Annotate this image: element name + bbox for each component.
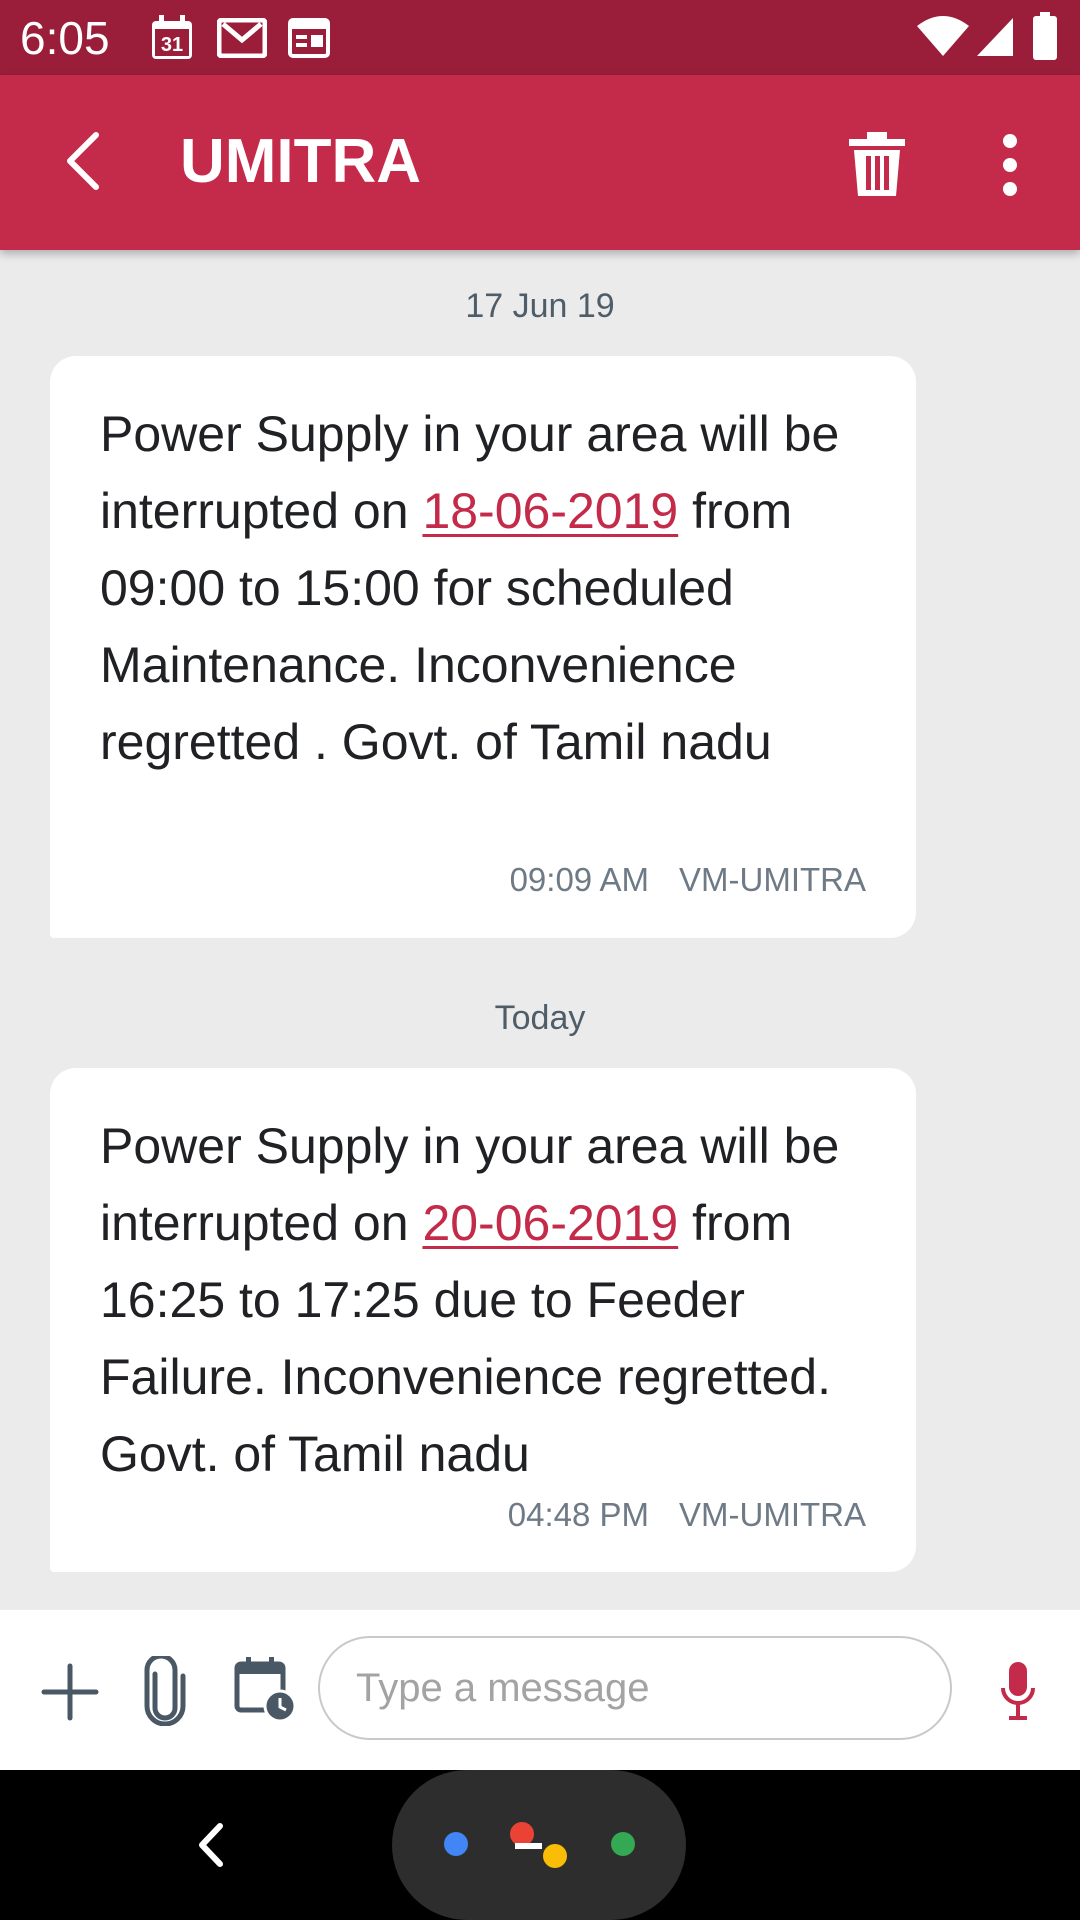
date-link[interactable]: 18-06-2019 xyxy=(422,483,678,539)
mic-icon[interactable] xyxy=(1000,1660,1036,1722)
message-meta: 09:09 AM VM-UMITRA xyxy=(510,860,866,900)
back-arrow-icon[interactable] xyxy=(56,131,116,191)
message-time: 04:48 PM xyxy=(507,1496,650,1533)
date-separator: Today xyxy=(494,999,586,1037)
date-separator: 17 Jun 19 xyxy=(465,287,615,325)
status-time: 6:05 xyxy=(20,12,110,64)
message-list[interactable]: 17 Jun 19 Power Supply in your area will… xyxy=(0,250,1080,1610)
message-bubble[interactable]: Power Supply in your area will be interr… xyxy=(50,1068,916,1572)
more-vert-icon[interactable] xyxy=(985,130,1035,200)
compose-bar xyxy=(0,1610,1080,1770)
signal-icon xyxy=(977,18,1013,56)
nav-back-icon[interactable] xyxy=(190,1820,234,1870)
message-bubble[interactable]: Power Supply in your area will be interr… xyxy=(50,356,916,938)
app-bar: UMITRA xyxy=(0,75,1080,250)
delete-icon[interactable] xyxy=(845,130,909,200)
calendar-icon: 31 xyxy=(152,15,192,59)
date-link[interactable]: 20-06-2019 xyxy=(422,1195,678,1251)
message-input[interactable] xyxy=(318,1636,952,1740)
gmail-icon xyxy=(217,18,267,58)
home-button[interactable] xyxy=(392,1770,686,1920)
message-text: Power Supply in your area will be interr… xyxy=(100,396,890,781)
status-bar: 6:05 31 xyxy=(0,0,1080,75)
battery-icon xyxy=(1033,12,1057,60)
message-text: Power Supply in your area will be interr… xyxy=(100,1108,890,1493)
message-time: 09:09 AM xyxy=(509,861,650,898)
calendar-day-label: 31 xyxy=(161,34,183,56)
assistant-dots-icon xyxy=(444,1822,635,1868)
message-sender: VM-UMITRA xyxy=(679,861,866,898)
wifi-icon xyxy=(917,16,969,56)
conversation-title: UMITRA xyxy=(180,127,422,196)
attachment-icon[interactable] xyxy=(140,1656,190,1726)
add-icon[interactable] xyxy=(40,1662,100,1722)
message-meta: 04:48 PM VM-UMITRA xyxy=(508,1495,866,1535)
message-sender: VM-UMITRA xyxy=(679,1496,866,1533)
navigation-bar xyxy=(0,1770,1080,1920)
news-icon xyxy=(288,18,330,58)
schedule-send-icon[interactable] xyxy=(234,1656,296,1722)
